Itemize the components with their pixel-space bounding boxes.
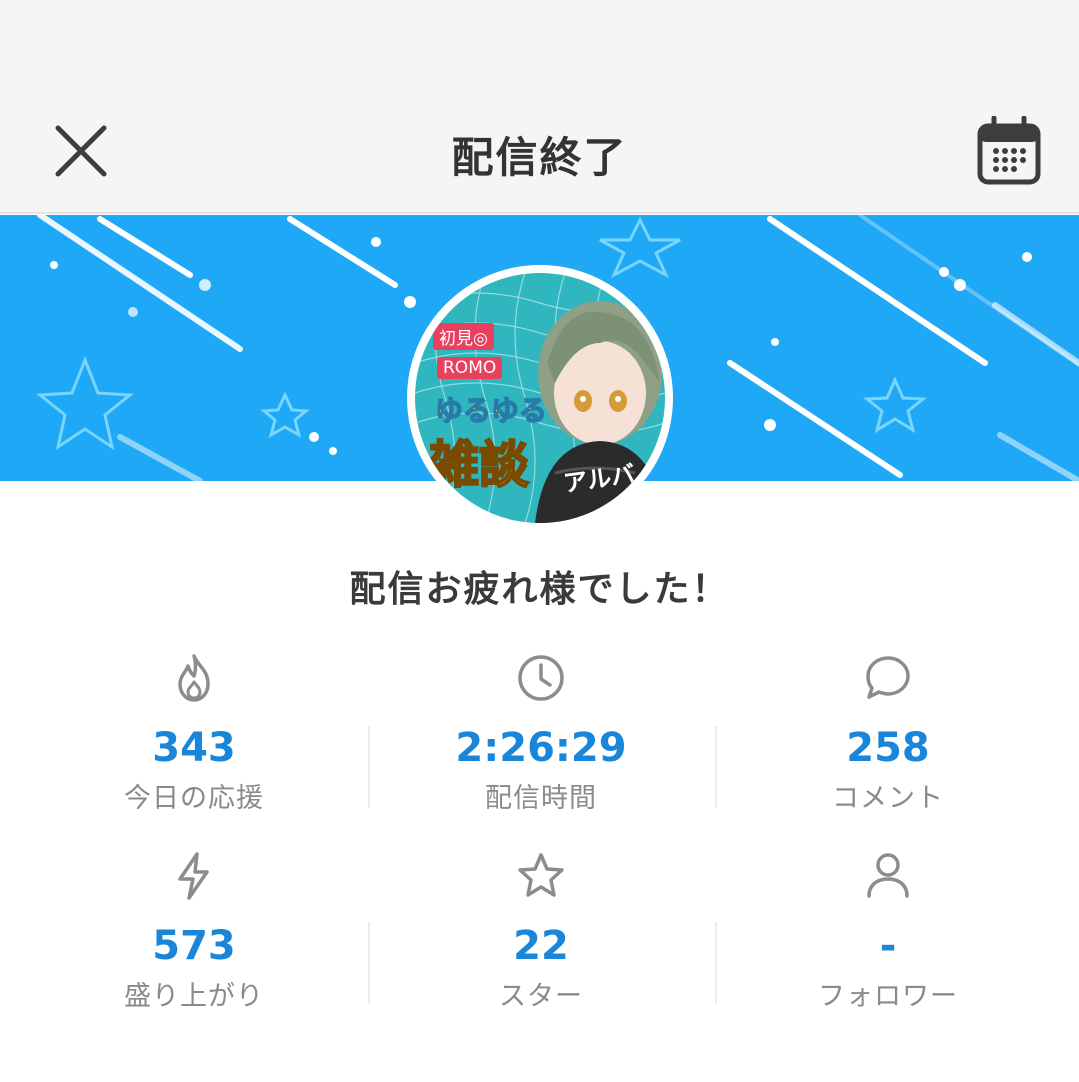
avatar[interactable]: 初見◎ ROMO ゆるゆる 雑談 アルバ [407,265,673,531]
avatar-title-yuruyuru: ゆるゆる [434,393,548,428]
lightning-icon [178,852,209,900]
stat-comments: 258 コメント [714,652,1062,815]
stat-value: 22 [513,923,569,969]
header-bar: 配信終了 [0,0,1079,214]
thank-you-message: 配信お疲れ様でした！ [349,569,730,610]
flame-icon [178,654,210,702]
stat-value: 258 [846,725,930,771]
calendar-icon[interactable] [976,116,1042,186]
stat-value: 573 [152,923,236,969]
stat-stream-time: 2:26:29 配信時間 [367,652,715,815]
stat-label: スター [499,981,583,1012]
stat-excitement: 573 盛り上がり [20,850,368,1013]
stat-label: 今日の応援 [124,783,264,814]
stream-end-screen: 配信終了 初見◎ ROMO ゆるゆる 雑談 アルバ 配信お疲れ様でした！ 343… [0,0,1079,1082]
person-icon [867,853,909,898]
stat-followers: - フォロワー [714,850,1062,1013]
stat-value: - [879,923,897,969]
stat-value: 343 [152,725,236,771]
avatar-image: 初見◎ ROMO ゆるゆる 雑談 アルバ [415,273,665,523]
avatar-title-zatsudan: 雑談 [428,435,530,495]
stat-label: コメント [832,783,944,814]
stat-daily-support: 343 今日の応援 [20,652,368,815]
avatar-badge-first-time: 初見◎ [433,323,494,350]
stat-value: 2:26:29 [455,725,627,771]
comment-icon [866,656,910,699]
stat-label: 配信時間 [485,783,597,814]
stat-stars: 22 スター [367,850,715,1013]
stat-label: 盛り上がり [124,981,264,1012]
clock-icon [518,655,564,701]
star-icon [518,853,564,897]
stat-label: フォロワー [818,981,958,1012]
page-title: 配信終了 [451,133,628,182]
avatar-badge-romo: ROMO [437,357,503,379]
